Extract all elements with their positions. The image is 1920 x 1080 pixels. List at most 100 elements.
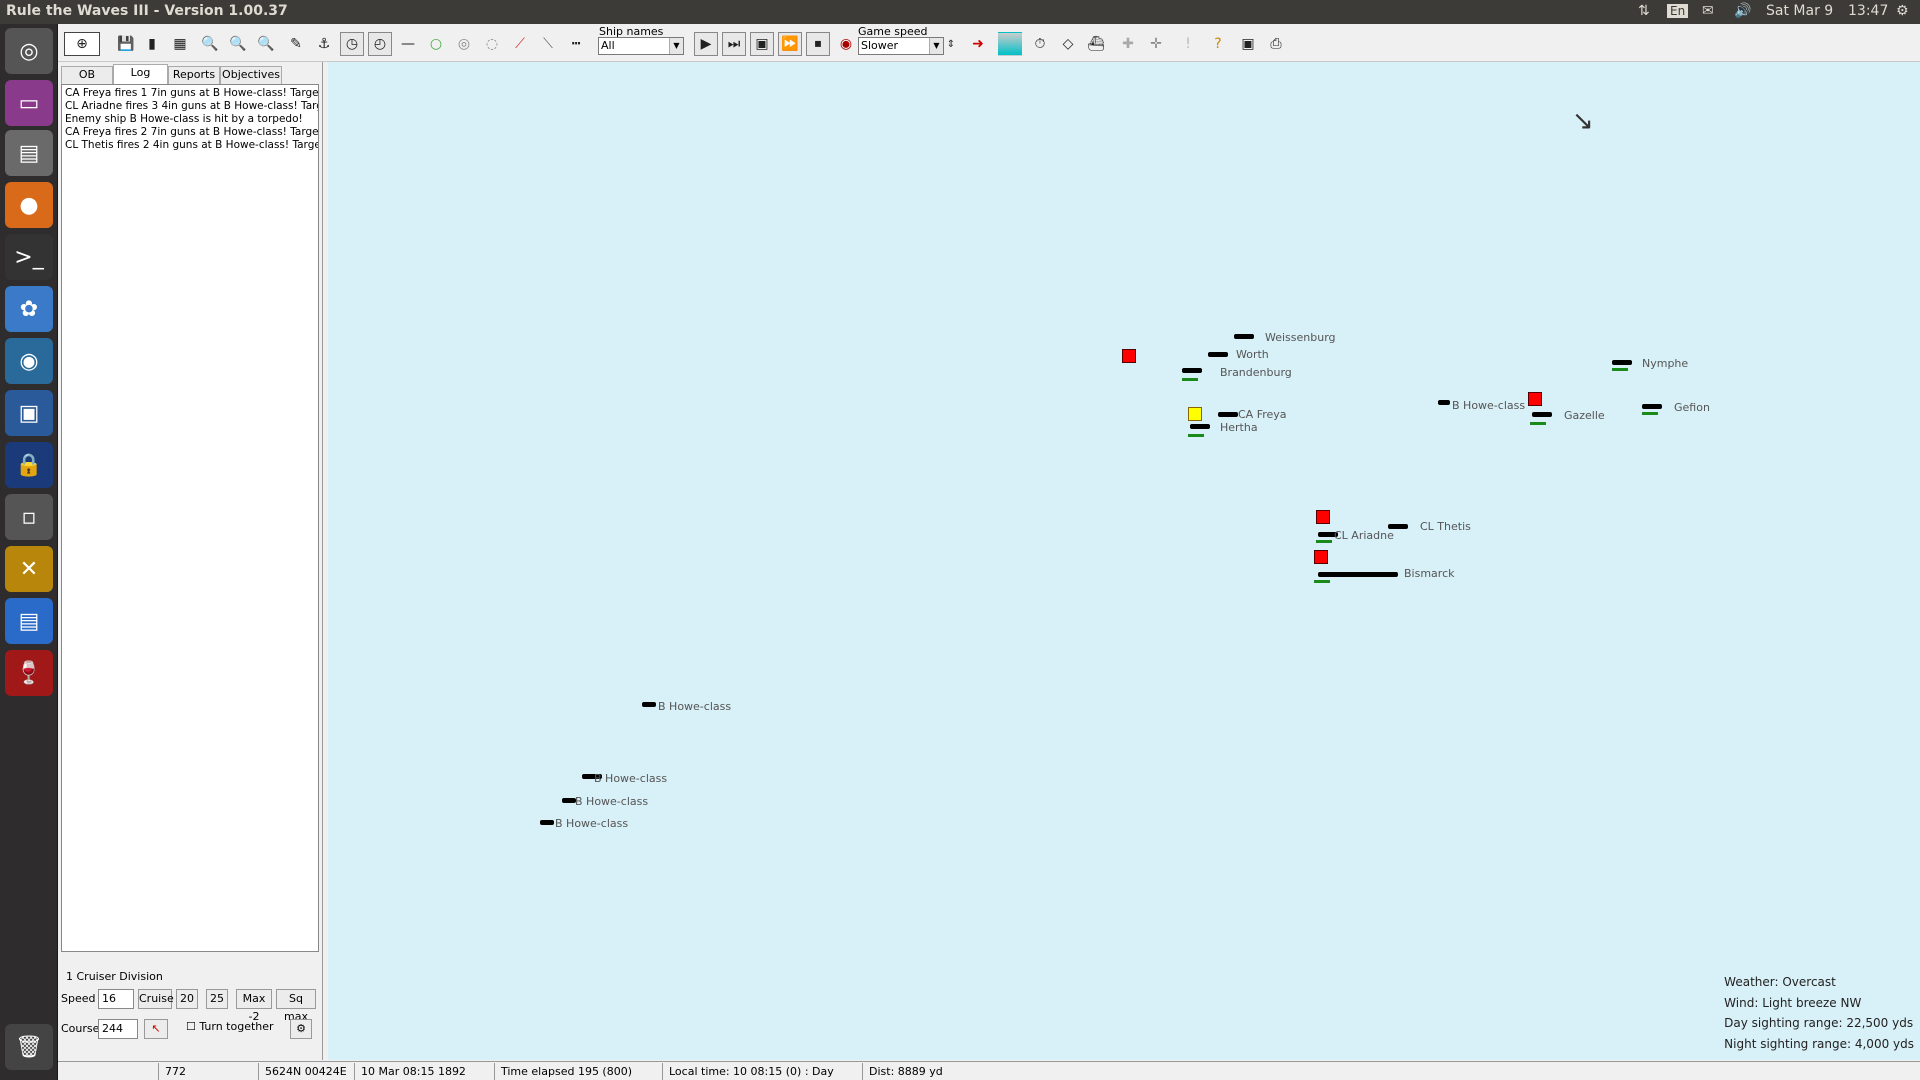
course-stepper[interactable]: 244 [98, 1019, 138, 1039]
ship-label[interactable]: Gefion [1674, 401, 1710, 414]
date-label[interactable]: Sat Mar 9 [1766, 3, 1833, 19]
ship-label[interactable]: Gazelle [1564, 409, 1605, 422]
circle-mode-icon[interactable]: ◷ [340, 32, 364, 56]
torpedo-line-icon[interactable]: ⟋ [508, 32, 532, 56]
play-icon[interactable]: ▶ [694, 32, 718, 56]
gear-icon[interactable]: ⚙ [1896, 3, 1909, 19]
ship-hull [1318, 572, 1398, 577]
pointer-icon[interactable]: ↖ [144, 1019, 168, 1039]
crosshair-disabled-icon[interactable]: ✚ [1116, 32, 1140, 56]
game-speed-select[interactable]: Slower ▼ [858, 37, 944, 55]
ship-label[interactable]: B Howe-class [658, 700, 731, 713]
ship-formation-icon[interactable]: ⛴ [1084, 32, 1108, 56]
cruise-button[interactable]: Cruise [138, 989, 174, 1009]
speed-25-button[interactable]: 25 [206, 989, 228, 1009]
trash-icon[interactable]: 🗑 [5, 1024, 53, 1070]
step-next-icon[interactable]: ▣ [750, 32, 774, 56]
turn-together-checkbox[interactable]: ☐ Turn together [186, 1020, 274, 1033]
firefox-icon[interactable]: ● [5, 182, 53, 228]
pen-icon[interactable]: ✎ [284, 32, 308, 56]
ship-label[interactable]: Bismarck [1404, 567, 1455, 580]
battle-map[interactable]: ↘ Weissenburg Worth Brandenburg CA Freya… [328, 62, 1920, 1060]
tab-reports[interactable]: Reports [168, 66, 220, 84]
dash-icon[interactable]: ◎ [5, 28, 53, 74]
mine-line-icon[interactable]: ⟍ [536, 32, 560, 56]
window-app-icon[interactable]: ▫ [5, 494, 53, 540]
network-icon[interactable]: ⇅ [1638, 3, 1650, 19]
files-icon[interactable]: ▤ [5, 130, 53, 176]
tab-ob[interactable]: OB [61, 66, 113, 84]
zoom-reset-icon[interactable]: 🔍 [254, 32, 278, 56]
target-icon[interactable]: ◉ [834, 32, 858, 56]
mail-icon[interactable]: ✉ [1702, 3, 1714, 19]
ship-label[interactable]: Weissenburg [1265, 331, 1336, 344]
ship-label[interactable]: B Howe-class [555, 817, 628, 830]
lock-icon[interactable]: 🔒 [5, 442, 53, 488]
keyboard-language[interactable]: En [1667, 4, 1689, 18]
ship-label[interactable]: B Howe-class [575, 795, 648, 808]
anchor-icon[interactable]: ⚓ [312, 32, 336, 56]
print-icon[interactable]: ⎙ [1264, 32, 1288, 56]
speed-value: 16 [102, 992, 116, 1005]
settings-icon[interactable]: ⚙ [290, 1019, 312, 1039]
ship-label[interactable]: Hertha [1220, 421, 1258, 434]
ship-list-icon[interactable]: ▦ [168, 32, 192, 56]
stop-icon[interactable]: ⏹ [806, 32, 830, 56]
range-circle3-icon[interactable]: ◌ [480, 32, 504, 56]
ship-hull [1234, 334, 1254, 339]
ship-label[interactable]: B Howe-class [594, 772, 667, 785]
writer-icon[interactable]: ▤ [5, 598, 53, 644]
step-icon[interactable]: ⏭ [722, 32, 746, 56]
ship-label[interactable]: CL Ariadne [1334, 529, 1394, 542]
sq-max-button[interactable]: Sq max [276, 989, 316, 1023]
camera-icon[interactable]: ▣ [1236, 32, 1260, 56]
chevron-down-icon: ▼ [669, 38, 683, 54]
ship-label[interactable]: Nymphe [1642, 357, 1688, 370]
tab-objectives[interactable]: Objectives [220, 66, 282, 84]
terminal-icon[interactable]: >_ [5, 234, 53, 280]
ship-label[interactable]: Worth [1236, 348, 1269, 361]
speed-20-button[interactable]: 20 [176, 989, 198, 1009]
fast-forward-icon[interactable]: ⏩ [778, 32, 802, 56]
chevron-down-icon: ▼ [929, 38, 943, 54]
volume-icon[interactable]: 🔊 [1734, 3, 1751, 19]
zoom-in-icon[interactable]: 🔍 [198, 32, 222, 56]
game-speed-value: Slower [861, 39, 899, 52]
ship-names-select[interactable]: All ▼ [598, 37, 684, 55]
eraser-icon[interactable]: ◇ [1056, 32, 1080, 56]
red-arrow-icon[interactable]: ➜ [966, 32, 990, 56]
speed-spinner-icon[interactable]: ⇕ [944, 32, 958, 56]
ship-label[interactable]: Brandenburg [1220, 366, 1292, 379]
ship-label[interactable]: CL Thetis [1420, 520, 1471, 533]
speed-stepper[interactable]: 16 [98, 989, 134, 1009]
sea-view-icon[interactable] [998, 32, 1022, 56]
warning-disabled-icon[interactable]: ! [1176, 32, 1200, 56]
range-circle-icon[interactable]: ○ [424, 32, 448, 56]
division-marker [1182, 378, 1198, 381]
dashed-line-icon[interactable]: ┅ [564, 32, 588, 56]
range-circle2-icon[interactable]: ◎ [452, 32, 476, 56]
book-icon[interactable]: ▮ [140, 32, 164, 56]
ship-label[interactable]: B Howe-class [1452, 399, 1525, 412]
clock-mode-icon[interactable]: ◴ [368, 32, 392, 56]
stopwatch-icon[interactable]: ⏱ [1028, 32, 1052, 56]
log-list[interactable]: CA Freya fires 1 7in guns at B Howe-clas… [61, 84, 319, 952]
clock-label[interactable]: 13:47 [1848, 3, 1888, 19]
help-icon[interactable]: ? [1206, 32, 1230, 56]
crosshair-plus-icon[interactable]: ✛ [1144, 32, 1168, 56]
steam-icon[interactable]: ◉ [5, 338, 53, 384]
ship-hull [1218, 412, 1238, 417]
save-icon[interactable]: 💾 [114, 32, 138, 56]
wine-icon[interactable]: 🍷 [5, 650, 53, 696]
calendar-app-icon[interactable]: ▭ [5, 80, 53, 126]
line-icon[interactable]: — [396, 32, 420, 56]
tab-log[interactable]: Log [113, 64, 168, 84]
max-minus-2-button[interactable]: Max -2 [236, 989, 272, 1023]
pinwheel-app-icon[interactable]: ✿ [5, 286, 53, 332]
ship-hull [1642, 404, 1662, 409]
ship-label[interactable]: CA Freya [1238, 408, 1287, 421]
dosbox-icon[interactable]: ✕ [5, 546, 53, 592]
zoom-out-icon[interactable]: 🔍 [226, 32, 250, 56]
left-panel: OB Log Reports Objectives CA Freya fires… [58, 62, 323, 1060]
virtualbox-icon[interactable]: ▣ [5, 390, 53, 436]
